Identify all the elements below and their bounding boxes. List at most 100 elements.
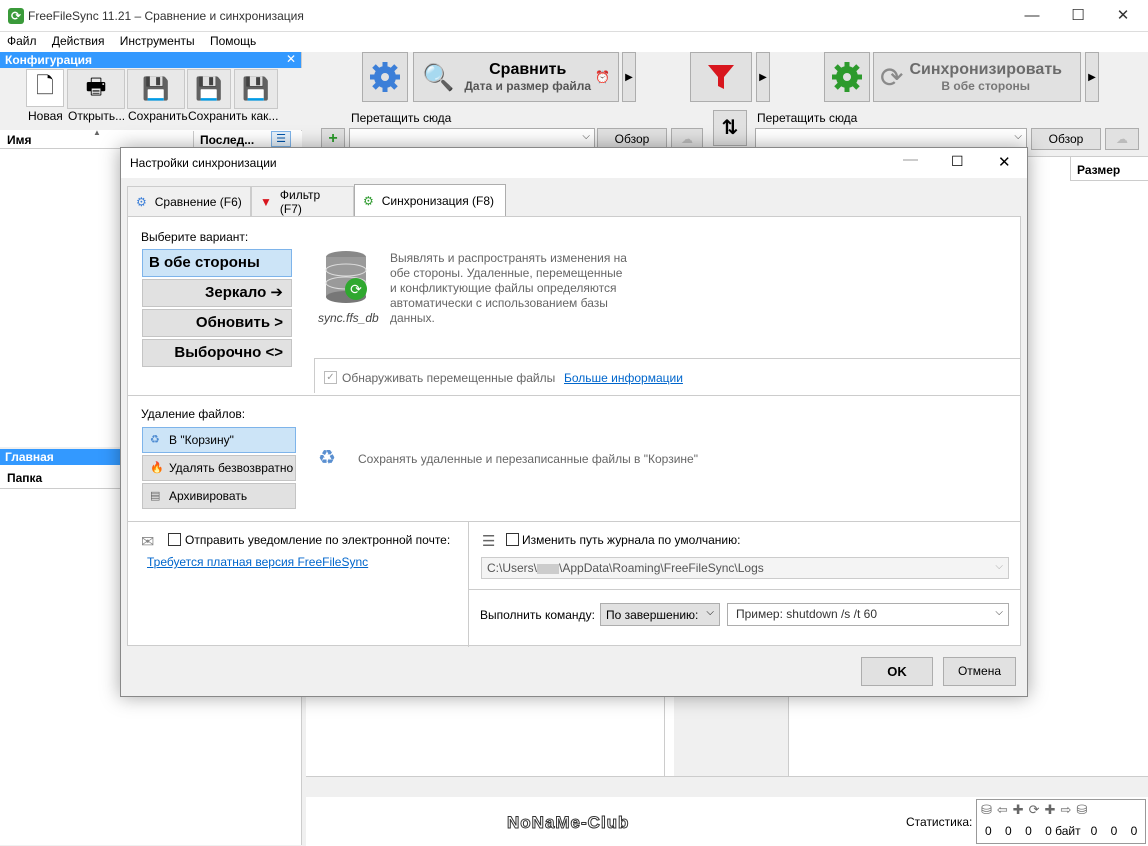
open-config-button[interactable]: 🖶 (67, 69, 125, 109)
watermark: NoNaMe-Club (506, 813, 630, 833)
sync-arrows-icon: ⟳ (880, 61, 904, 93)
variant-update-button[interactable]: Обновить > (142, 309, 292, 337)
menu-file[interactable]: Файл (0, 32, 42, 48)
email-notify-label: Отправить уведомление по электронной поч… (185, 533, 451, 547)
right-cloud-button[interactable]: ☁ (1105, 128, 1139, 150)
minimize-button[interactable]: — (1009, 0, 1055, 32)
main-toolbar: 🔍 Сравнить Дата и размер файла ⏰ ▶ ▶ ⟳ С… (310, 52, 1148, 104)
redacted-username (537, 563, 560, 574)
save-as-label: Сохранить как... (188, 109, 279, 123)
chevron-down-icon: ⌵ (706, 607, 714, 618)
stats-icons: ⛁⇦✚⟳✚⇨⛁ (981, 802, 1093, 817)
left-drop-label: Перетащить сюда (351, 111, 452, 125)
variant-custom-button[interactable]: Выборочно <> (142, 339, 292, 367)
close-button[interactable]: ✕ (1100, 0, 1146, 32)
change-log-path-checkbox[interactable] (506, 533, 519, 546)
menu-help[interactable]: Помощь (203, 32, 261, 48)
cloud-icon: ☁ (1116, 132, 1128, 146)
menu-actions[interactable]: Действия (45, 32, 110, 48)
gear-blue-icon: ⚙ (136, 194, 147, 209)
floppy-icon: 💾 (142, 76, 170, 101)
config-close-icon[interactable]: ✕ (286, 52, 296, 66)
title-bar: ⟳ FreeFileSync 11.21 – Сравнение и синхр… (0, 0, 1148, 32)
menu-bar: Файл Действия Инструменты Помощь (0, 32, 1148, 52)
compare-subtitle: Дата и размер файла (464, 79, 592, 93)
compare-dropdown-button[interactable]: ▶ (622, 52, 636, 102)
ok-button[interactable]: OK (861, 657, 933, 686)
statistics-label: Статистика: (906, 815, 973, 829)
dialog-minimize-button[interactable]: — (903, 151, 918, 168)
delete-recycle-button[interactable]: ♻ В "Корзину" (142, 427, 296, 453)
run-command-input[interactable]: Пример: shutdown /s /t 60 ⌵ (727, 603, 1009, 626)
variant-label: Выберите вариант: (141, 230, 249, 244)
envelope-icon: ✉ (141, 534, 155, 551)
sync-subtitle: В обе стороны (941, 79, 1031, 93)
printer-icon: 🖶 (85, 74, 107, 99)
dialog-maximize-button[interactable]: ☐ (951, 153, 964, 170)
log-file-icon: ☰ (482, 533, 496, 550)
dialog-title-bar: Настройки синхронизации — ☐ ✕ (121, 148, 1027, 178)
sync-settings-button[interactable] (824, 52, 870, 102)
maximize-button[interactable]: ☐ (1055, 0, 1101, 32)
paid-version-link[interactable]: Требуется платная версия FreeFileSync (147, 555, 368, 569)
open-label: Открыть... (68, 109, 126, 123)
col-last-header[interactable]: Послед... (200, 133, 254, 147)
right-browse-button[interactable]: Обзор (1031, 128, 1101, 150)
config-panel-header: Конфигурация ✕ (0, 52, 301, 68)
dialog-close-button[interactable]: ✕ (998, 153, 1011, 171)
tab-synchronization[interactable]: ⚙ Синхронизация (F8) (354, 184, 506, 217)
synchronize-button[interactable]: ⟳ Синхронизировать В обе стороны (873, 52, 1081, 102)
detect-moved-checkbox[interactable]: ✓ (324, 371, 337, 384)
flame-icon: 🔥 (150, 462, 164, 474)
sort-asc-icon: ▲ (93, 128, 101, 137)
chevron-down-icon: ⌵ (1014, 131, 1022, 142)
recycle-bin-icon: ♻ (150, 434, 160, 446)
funnel-icon: ▼ (260, 194, 272, 209)
swap-sides-button[interactable]: ⇅ (713, 110, 747, 146)
tab-filter[interactable]: ▼ Фильтр (F7) (251, 186, 354, 216)
clock-icon: ⏰ (595, 70, 611, 84)
col-size-header[interactable]: Размер (1070, 157, 1148, 181)
run-when-select[interactable]: По завершению: ⌵ (600, 603, 720, 626)
cloud-icon: ☁ (681, 132, 693, 146)
compare-button[interactable]: 🔍 Сравнить Дата и размер файла ⏰ (413, 52, 619, 102)
log-path-input[interactable]: C:\Users\ \AppData\Roaming\FreeFileSync\L… (481, 557, 1009, 579)
new-label: Новая (28, 109, 63, 123)
archive-icon: ▤ (150, 490, 161, 502)
save-label: Сохранить (128, 109, 188, 123)
detect-moved-label: Обнаруживать перемещенные файлы (342, 371, 556, 385)
filter-button[interactable] (690, 52, 752, 102)
stats-values: 0 0 0 0 байт 0 0 0 (985, 824, 1138, 838)
sync-title: Синхронизировать (909, 61, 1062, 78)
save-config-button[interactable]: 💾 (127, 69, 185, 109)
col-name-header[interactable]: Имя (7, 133, 32, 147)
compare-title: Сравнить (489, 61, 567, 78)
tab-comparison[interactable]: ⚙ Сравнение (F6) (127, 186, 251, 216)
cancel-button[interactable]: Отмена (943, 657, 1016, 686)
chevron-down-icon: ⌵ (995, 561, 1003, 572)
col-folder-header[interactable]: Папка (7, 471, 42, 485)
new-config-button[interactable]: 🗋 (26, 69, 64, 107)
statistics-box: ⛁⇦✚⟳✚⇨⛁ 0 0 0 0 байт 0 0 0 (976, 799, 1146, 844)
sync-dropdown-button[interactable]: ▶ (1085, 52, 1099, 102)
save-as-batch-button[interactable]: 💾 (187, 69, 231, 109)
dialog-content: Выберите вариант: В обе стороны ⟷ Зеркал… (127, 216, 1021, 647)
delete-description: Сохранять удаленные и перезаписанные фай… (358, 452, 698, 466)
variant-mirror-button[interactable]: Зеркало ➔ (142, 279, 292, 307)
database-filename: sync.ffs_db (318, 311, 379, 325)
menu-tools[interactable]: Инструменты (113, 32, 200, 48)
chevron-down-icon: ⌵ (995, 607, 1003, 618)
delete-versioning-button[interactable]: ▤ Архивировать (142, 483, 296, 509)
compare-settings-button[interactable] (362, 52, 408, 102)
email-notify-checkbox[interactable] (168, 533, 181, 546)
status-bar: NoNaMe-Club Статистика: ⛁⇦✚⟳✚⇨⛁ 0 0 0 0 … (306, 776, 1148, 846)
more-info-link[interactable]: Больше информации (564, 371, 683, 385)
variant-two-way-button[interactable]: В обе стороны ⟷ (142, 249, 292, 297)
save-as-config-button[interactable]: 💾 (234, 69, 278, 109)
filter-dropdown-button[interactable]: ▶ (756, 52, 770, 102)
delete-permanent-button[interactable]: 🔥 Удалять безвозвратно (142, 455, 296, 481)
new-document-icon: 🗋 (36, 73, 54, 98)
magnifier-folder-icon: 🔍 (422, 61, 455, 92)
floppy-sync-icon: 💾 (195, 76, 223, 101)
list-options-icon[interactable]: ☰ (271, 131, 291, 147)
